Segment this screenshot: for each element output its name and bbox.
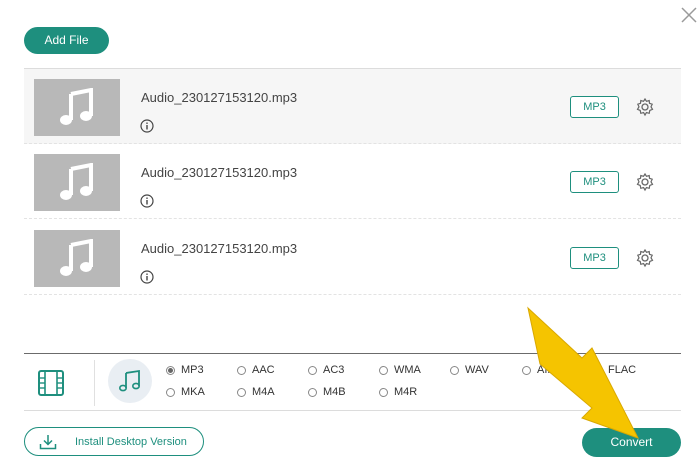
radio[interactable]: [379, 387, 388, 397]
install-label: Install Desktop Version: [75, 436, 187, 448]
radio[interactable]: [379, 365, 388, 375]
format-selector: MP3 AAC AC3 WMA WAV AIFF FLAC MKA M4A M4…: [24, 353, 681, 411]
file-name: Audio_230127153120.mp3: [141, 165, 298, 180]
format-option-m4r[interactable]: M4R: [379, 386, 417, 398]
info-icon[interactable]: [140, 119, 154, 133]
audio-tab[interactable]: [108, 359, 152, 403]
info-icon[interactable]: [140, 270, 154, 284]
close-icon[interactable]: [680, 6, 698, 24]
music-note-icon: [118, 369, 141, 392]
output-format-button[interactable]: MP3: [570, 171, 619, 193]
file-row: Audio_230127153120.mp3 MP3: [24, 220, 681, 295]
add-file-button[interactable]: Add File: [24, 27, 109, 54]
music-note-icon: [60, 88, 93, 125]
gear-icon[interactable]: [635, 172, 655, 192]
format-option-m4b[interactable]: M4B: [308, 386, 346, 398]
format-option-flac[interactable]: FLAC: [593, 364, 636, 376]
format-option-mka[interactable]: MKA: [166, 386, 205, 398]
radio[interactable]: [166, 387, 175, 397]
gear-icon[interactable]: [635, 248, 655, 268]
radio-selected[interactable]: [166, 365, 175, 375]
info-icon[interactable]: [140, 194, 154, 208]
format-option-wav[interactable]: WAV: [450, 364, 489, 376]
format-option-aac[interactable]: AAC: [237, 364, 275, 376]
convert-button[interactable]: Convert: [582, 428, 681, 457]
tab-divider: [94, 360, 95, 406]
radio[interactable]: [308, 365, 317, 375]
radio[interactable]: [593, 365, 602, 375]
format-option-mp3[interactable]: MP3: [166, 364, 204, 376]
output-format-button[interactable]: MP3: [570, 96, 619, 118]
format-option-aiff[interactable]: AIFF: [522, 364, 561, 376]
file-row: Audio_230127153120.mp3 MP3: [24, 144, 681, 219]
gear-icon[interactable]: [635, 97, 655, 117]
video-film-icon[interactable]: [36, 368, 66, 398]
radio[interactable]: [522, 365, 531, 375]
output-format-button[interactable]: MP3: [570, 247, 619, 269]
format-option-wma[interactable]: WMA: [379, 364, 421, 376]
music-note-icon: [60, 239, 93, 276]
music-note-icon: [60, 163, 93, 200]
format-option-m4a[interactable]: M4A: [237, 386, 275, 398]
file-name: Audio_230127153120.mp3: [141, 90, 298, 105]
file-name: Audio_230127153120.mp3: [141, 241, 298, 256]
radio[interactable]: [237, 365, 246, 375]
file-thumbnail: [34, 154, 120, 211]
download-icon: [39, 435, 57, 450]
file-thumbnail: [34, 79, 120, 136]
file-thumbnail: [34, 230, 120, 287]
file-list: Audio_230127153120.mp3 MP3 Audio_2301271…: [24, 68, 681, 356]
radio[interactable]: [237, 387, 246, 397]
radio[interactable]: [450, 365, 459, 375]
radio[interactable]: [308, 387, 317, 397]
file-row: Audio_230127153120.mp3 MP3: [24, 69, 681, 144]
install-desktop-button[interactable]: Install Desktop Version: [24, 427, 204, 456]
format-option-ac3[interactable]: AC3: [308, 364, 344, 376]
